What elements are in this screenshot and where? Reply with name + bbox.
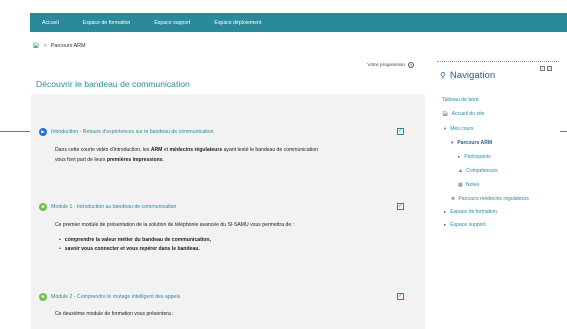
nav-item-label: Parcours ARM	[457, 140, 493, 146]
block-divider	[437, 61, 559, 62]
course-icon: ❀	[451, 196, 456, 202]
breadcrumb-current[interactable]: Parcours ARM	[51, 43, 86, 49]
section-title: Découvrir le bandeau de communication	[36, 79, 190, 89]
objective-item: comprendre la valeur métier du bandeau d…	[59, 236, 211, 245]
grades-table-icon: ▦	[458, 182, 463, 188]
chevron-down-icon: ▾	[451, 140, 454, 145]
nav-item-label: Accueil du site	[451, 111, 485, 117]
left-divider	[0, 131, 30, 132]
nav-item-label: Parcours médecins régulateurs	[458, 196, 529, 202]
progress-label: Votre progression	[367, 62, 405, 68]
completion-checkbox[interactable]: ✓	[397, 128, 404, 135]
nav-item-competences[interactable]: ▲ Compétences	[458, 168, 498, 174]
video-play-icon: ▶	[39, 128, 47, 136]
top-navigation-bar: Accueil Espace de formation Espace suppo…	[30, 13, 567, 32]
progress-indicator: Votre progression ?	[367, 62, 414, 68]
activity-intro[interactable]: ▶ Introduction - Retours d'expériences s…	[39, 128, 213, 136]
navigation-block: − □ ⚲ Navigation Tableau de bord 🏠︎ Accu…	[437, 58, 560, 228]
help-icon[interactable]: ?	[408, 62, 414, 68]
nav-item-parcours-arm[interactable]: ▾ Parcours ARM	[451, 140, 492, 146]
nav-item-dashboard[interactable]: Tableau de bord	[442, 97, 479, 103]
nav-link-espace-deploiement[interactable]: Espace déploiement	[214, 20, 261, 26]
sitemap-icon: ⚲	[440, 71, 446, 80]
nav-item-label: Compétences	[466, 168, 498, 174]
nav-item-label: Notes	[465, 182, 480, 188]
activity-module-1-link[interactable]: Module 1 - Introduction au bandeau de co…	[51, 204, 176, 210]
dock-block-icon[interactable]: □	[547, 66, 552, 71]
breadcrumb-separator: >	[43, 42, 47, 49]
completion-checkbox[interactable]: ✓	[397, 293, 404, 300]
module-1-objectives: comprendre la valeur métier du bandeau d…	[59, 236, 211, 255]
activity-module-1-description: Ce premier module de présentation de la …	[55, 222, 294, 228]
nav-link-accueil[interactable]: Accueil	[42, 20, 59, 26]
nav-item-participants[interactable]: ▸ Participants	[458, 154, 491, 160]
section-content: ▶ Introduction - Retours d'expériences s…	[31, 94, 425, 329]
objective-item: savoir vous connecter et vous repérer da…	[59, 245, 211, 254]
chevron-right-icon: ▸	[458, 154, 461, 159]
activity-module-1[interactable]: ❀ Module 1 - Introduction au bandeau de …	[39, 203, 176, 211]
collapse-block-icon[interactable]: −	[540, 66, 545, 71]
activity-intro-description: Dans cette courte vidéo d'introduction, …	[55, 146, 318, 165]
activity-intro-link[interactable]: Introduction - Retours d'expériences sur…	[51, 129, 213, 135]
right-divider	[560, 131, 567, 132]
breadcrumb: 🏠︎ > Parcours ARM	[32, 42, 86, 50]
nav-item-label: Participants	[464, 154, 491, 160]
chevron-down-icon: ▾	[444, 126, 447, 131]
navigation-title: Navigation	[449, 70, 496, 81]
nav-item-espace-support[interactable]: ▸ Espace support	[444, 222, 486, 228]
completion-checkbox[interactable]: ✓	[397, 203, 404, 210]
intro-desc-line1: Dans cette courte vidéo d'introduction, …	[55, 147, 318, 153]
nav-item-label: Espace support	[450, 222, 486, 228]
nav-item-label: Tableau de bord	[442, 97, 479, 103]
nav-item-site-home[interactable]: 🏠︎ Accueil du site	[442, 111, 484, 117]
activity-module-2-link[interactable]: Module 2 - Comprendre le routage intelli…	[51, 294, 180, 300]
chevron-right-icon: ▸	[444, 222, 447, 227]
activity-module-2-description: Ce deuxième module de formation vous pré…	[55, 311, 174, 317]
home-icon[interactable]: 🏠︎	[32, 42, 40, 49]
intro-desc-line2: vous font part de leurs premières impres…	[55, 156, 165, 163]
nav-item-espace-formation[interactable]: ▸ Espace de formation	[444, 209, 497, 215]
course-main-content: Votre progression ? Découvrir le bandeau…	[30, 58, 426, 329]
nav-link-espace-formation[interactable]: Espace de formation	[83, 20, 131, 26]
nav-item-label: Espace de formation	[450, 209, 497, 215]
chevron-right-icon: ▸	[444, 209, 447, 214]
nav-item-notes[interactable]: ▦ Notes	[458, 182, 479, 188]
nav-item-my-courses[interactable]: ▾ Mes cours	[444, 126, 474, 132]
scorm-package-icon: ❀	[39, 203, 47, 211]
competency-icon: ▲	[458, 168, 464, 174]
nav-item-parcours-medecins[interactable]: ❀ Parcours médecins régulateurs	[451, 196, 529, 202]
nav-item-label: Mes cours	[450, 126, 474, 132]
scorm-package-icon: ❀	[39, 293, 47, 301]
home-icon: 🏠︎	[442, 111, 449, 117]
nav-link-espace-support[interactable]: Espace support	[154, 20, 190, 26]
navigation-header: ⚲ Navigation	[440, 70, 495, 81]
activity-module-2[interactable]: ❀ Module 2 - Comprendre le routage intel…	[39, 293, 180, 301]
